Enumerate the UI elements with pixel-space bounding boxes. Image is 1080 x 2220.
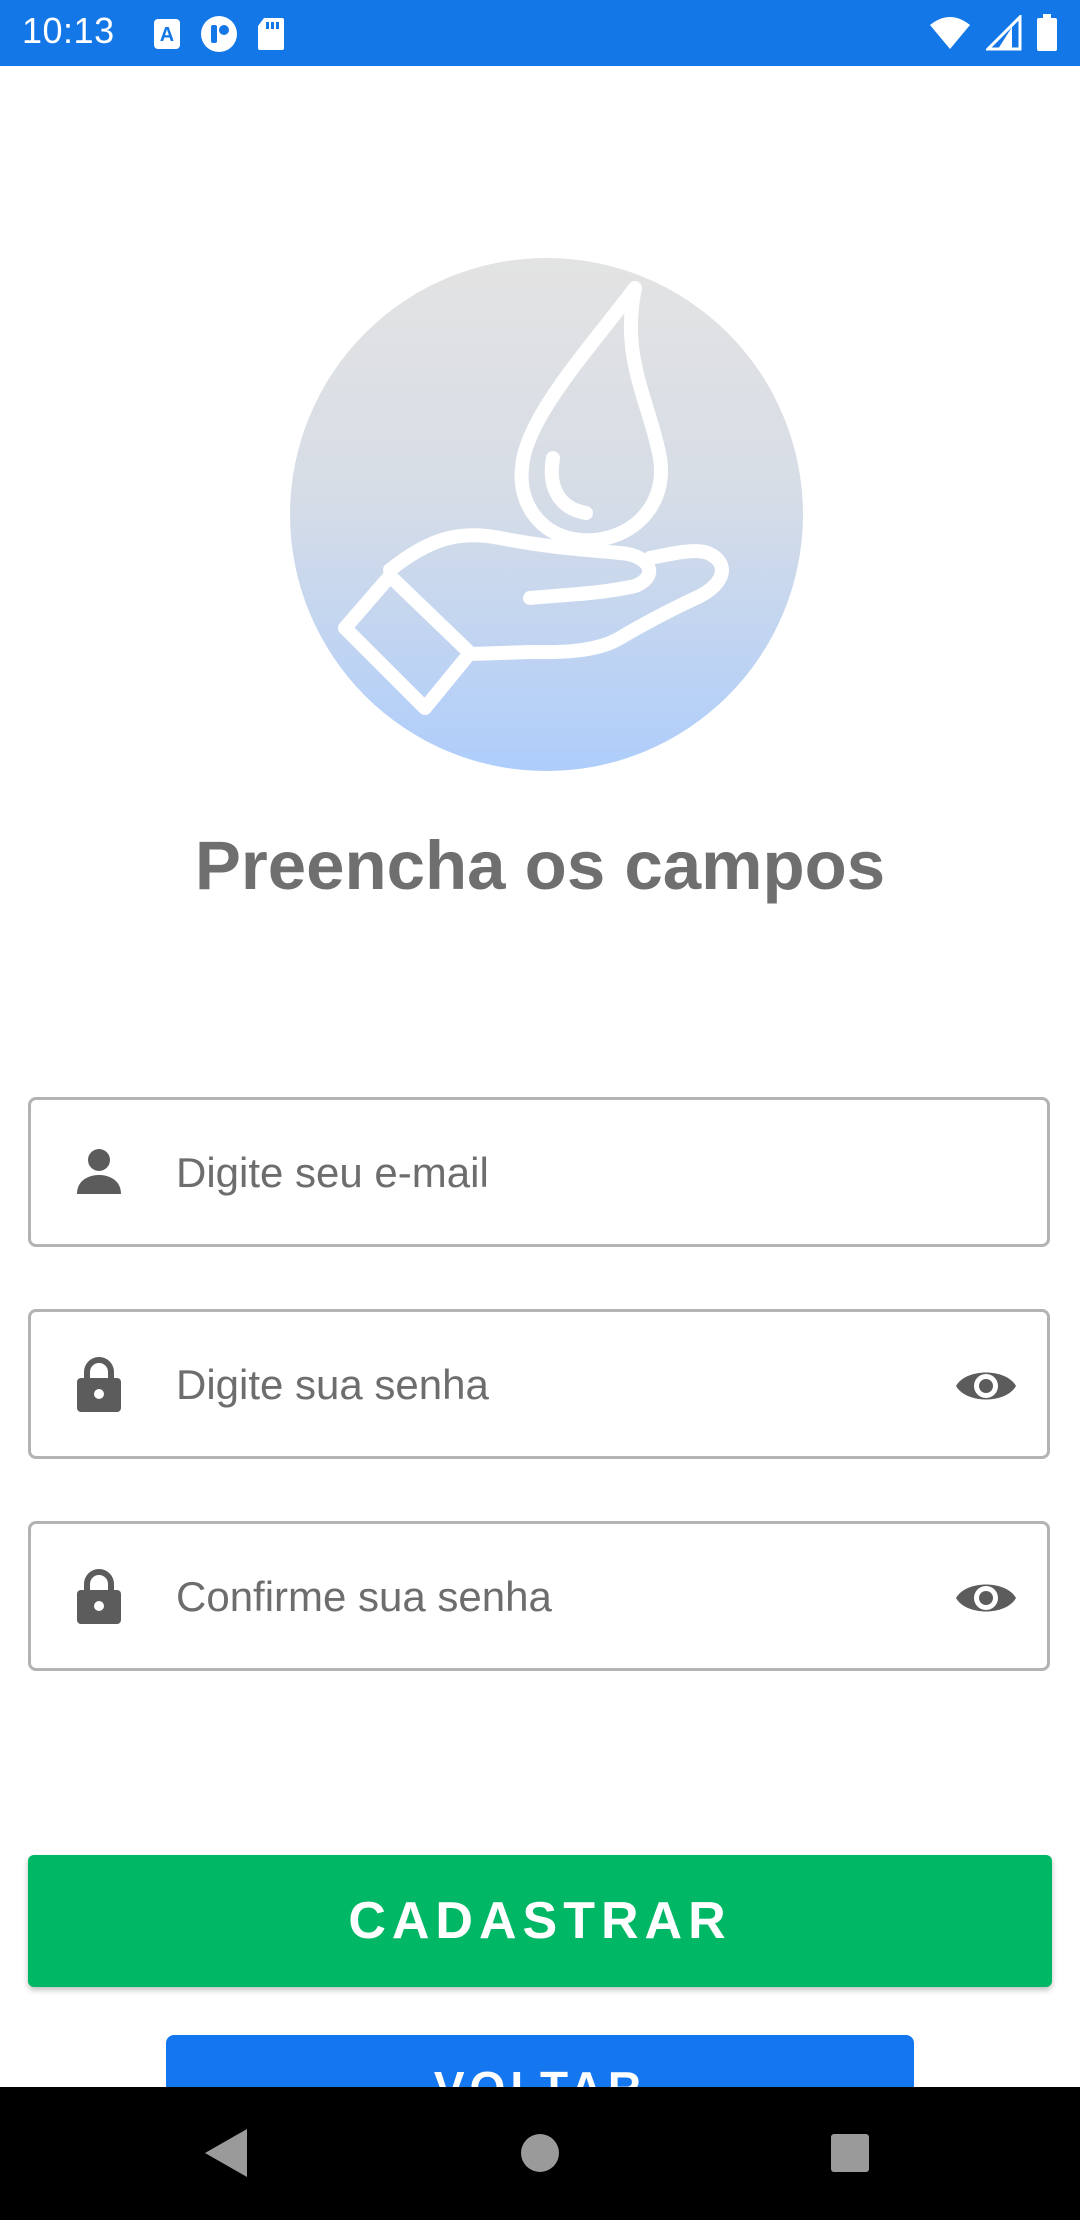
recents-icon[interactable]: [830, 2133, 870, 2173]
wifi-icon: [930, 17, 970, 49]
lock-icon: [77, 1569, 121, 1624]
confirm-password-input[interactable]: [174, 1554, 938, 1640]
eye-icon[interactable]: [953, 1568, 1019, 1628]
svg-text:A: A: [160, 24, 174, 46]
app-a-icon: A: [154, 19, 180, 49]
app-badge-icon: [201, 16, 237, 52]
lock-icon: [77, 1357, 121, 1412]
status-system-icons: [928, 14, 1058, 52]
register-button[interactable]: CADASTRAR: [28, 1855, 1052, 1987]
confirm-password-field[interactable]: [28, 1521, 1050, 1671]
status-notification-icons: A: [152, 15, 286, 53]
password-input[interactable]: [174, 1342, 938, 1428]
battery-icon: [1037, 14, 1057, 51]
back-icon[interactable]: [203, 2127, 249, 2179]
page-title: Preencha os campos: [194, 827, 886, 904]
email-field[interactable]: [28, 1097, 1050, 1247]
status-time: 10:13: [22, 10, 115, 51]
eye-icon[interactable]: [953, 1356, 1019, 1416]
person-icon: [77, 1149, 121, 1194]
app-logo: [290, 258, 803, 771]
hand-water-drop-icon: [338, 281, 729, 715]
status-bar: 10:13 A: [0, 0, 1080, 66]
home-icon[interactable]: [520, 2133, 560, 2173]
email-input[interactable]: [174, 1130, 938, 1216]
password-field[interactable]: [28, 1309, 1050, 1459]
sd-card-icon: [258, 18, 284, 50]
navigation-bar: [0, 2087, 1080, 2220]
cell-signal-icon: [986, 15, 1022, 51]
